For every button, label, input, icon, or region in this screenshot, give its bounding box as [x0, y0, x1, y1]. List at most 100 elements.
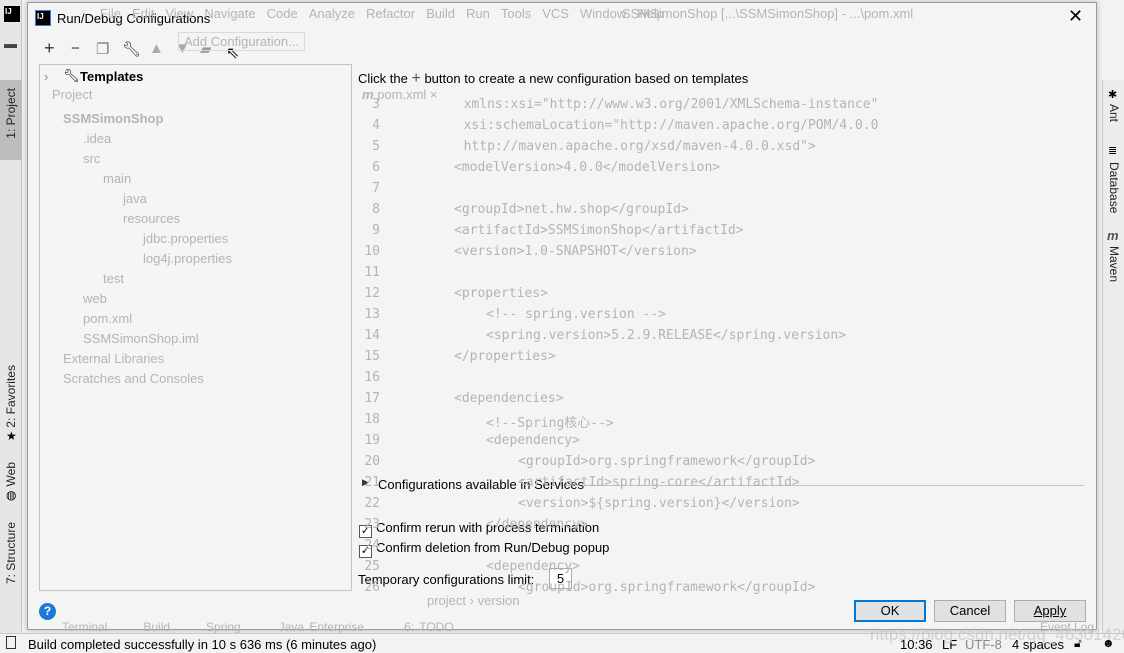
checkbox-label: Confirm deletion from Run/Debug popup [376, 540, 610, 555]
line-number: 21 [364, 475, 380, 490]
maven-icon: m [1107, 228, 1119, 243]
tool-maven[interactable]: Maven [1107, 246, 1121, 282]
plus-icon: + [411, 70, 421, 87]
menu-navigate[interactable]: Navigate [204, 6, 255, 21]
tree-item[interactable]: main [103, 171, 131, 186]
ok-button[interactable]: OK [854, 600, 926, 622]
menu-view[interactable]: View [165, 6, 193, 21]
tool-database[interactable]: Database [1107, 162, 1121, 213]
star-icon: ★ [6, 429, 17, 443]
tree-item[interactable]: src [83, 151, 100, 166]
copy-icon[interactable]: ❐ [96, 40, 109, 58]
tree-item[interactable]: .idea [83, 131, 111, 146]
tree-item[interactable]: test [103, 271, 124, 286]
tree-item[interactable]: pom.xml [83, 311, 132, 326]
line-number: 12 [364, 286, 380, 301]
tree-item-templates[interactable]: Templates [80, 69, 143, 84]
project-root[interactable]: SSMSimonShop [63, 111, 163, 126]
tool-ant[interactable]: Ant [1107, 104, 1121, 122]
code-line: <spring.version>5.2.9.RELEASE</spring.ve… [486, 328, 847, 343]
status-message[interactable]: Build completed successfully in 10 s 636… [28, 637, 376, 652]
hint-before: Click the [358, 71, 408, 86]
code-line: </properties> [454, 349, 556, 364]
menu-window[interactable]: Window [580, 6, 626, 21]
tool-structure[interactable]: 7: Structure [4, 522, 18, 584]
menu-run[interactable]: Run [466, 6, 490, 21]
line-number: 16 [364, 370, 380, 385]
tab-todo[interactable]: 6: TODO [404, 620, 454, 634]
wrench-icon: 🔧︎ [63, 68, 80, 83]
code-line: <groupId>org.springframework</groupId> [518, 580, 816, 595]
close-icon[interactable]: ✕ [1068, 6, 1083, 27]
wrench-icon[interactable]: 🔧︎ [122, 40, 141, 58]
code-line: <!--Spring核心--> [486, 416, 614, 431]
line-number: 26 [364, 580, 380, 595]
code-line: http://maven.apache.org/xsd/maven-4.0.0.… [463, 139, 816, 154]
tree-item[interactable]: SSMSimonShop.iml [83, 331, 199, 346]
tree-item[interactable]: resources [123, 211, 180, 226]
line-number: 6 [372, 160, 380, 175]
help-icon[interactable]: ? [39, 603, 56, 620]
ant-icon: ✱ [1108, 89, 1118, 101]
add-configuration-combo[interactable]: Add Configuration... [178, 32, 305, 51]
line-number: 20 [364, 454, 380, 469]
code-line: <groupId>org.springframework</groupId> [518, 454, 816, 469]
right-tool-strip: ✱ Ant ≣ Database m Maven [1102, 80, 1124, 633]
remove-icon[interactable]: − [71, 40, 80, 57]
tab-spring[interactable]: Spring [206, 620, 241, 634]
tree-item[interactable]: web [83, 291, 107, 306]
tool-favorites[interactable]: 2: Favorites [4, 365, 18, 428]
toggle-tool-windows-icon[interactable] [6, 636, 16, 649]
apply-button[interactable]: Apply [1014, 600, 1086, 622]
project-header: Project [52, 87, 93, 102]
line-number: 23 [364, 517, 380, 532]
line-number: 24 [364, 538, 380, 553]
intellij-logo-icon: IJ [35, 10, 51, 26]
line-number: 3 [372, 97, 380, 112]
menu-vcs[interactable]: VCS [542, 6, 569, 21]
tree-item[interactable]: log4j.properties [143, 251, 232, 266]
tool-project[interactable]: 1: Project [0, 80, 22, 160]
confirm-deletion-checkbox[interactable]: ✓ Confirm deletion from Run/Debug popup [359, 540, 609, 558]
tab-build[interactable]: Build [143, 620, 170, 634]
menu-file[interactable]: File [100, 6, 121, 21]
hint-text: Click the + button to create a new confi… [358, 70, 748, 88]
breadcrumb: project › version [427, 593, 520, 608]
line-number: 15 [364, 349, 380, 364]
add-icon[interactable]: + [44, 38, 55, 59]
menu-edit[interactable]: Edit [132, 6, 154, 21]
menu-bar: File Edit View Navigate Code Analyze Refactor B… [100, 6, 675, 21]
code-line: <properties> [454, 286, 548, 301]
tab-label: pom.xml [377, 87, 427, 102]
code-line: xsi:schemaLocation="http://maven.apache.… [463, 118, 879, 133]
tree-item[interactable]: Scratches and Consoles [63, 371, 204, 386]
menu-refactor[interactable]: Refactor [366, 6, 415, 21]
menu-build[interactable]: Build [426, 6, 455, 21]
folder-open-icon[interactable]: ▬ [4, 36, 17, 51]
breadcrumb-item[interactable]: project [427, 593, 466, 608]
menu-code[interactable]: Code [267, 6, 298, 21]
code-line: <dependency> [486, 559, 580, 574]
line-number: 13 [364, 307, 380, 322]
line-number: 4 [372, 118, 380, 133]
move-up-icon[interactable]: ▲ [149, 40, 164, 57]
menu-analyze[interactable]: Analyze [309, 6, 355, 21]
line-number: 10 [364, 244, 380, 259]
tree-item[interactable]: External Libraries [63, 351, 164, 366]
code-line: <modelVersion>4.0.0</modelVersion> [454, 160, 721, 175]
line-number: 14 [364, 328, 380, 343]
code-line: <!-- spring.version --> [486, 307, 667, 322]
menu-tools[interactable]: Tools [501, 6, 531, 21]
line-number: 11 [364, 265, 380, 280]
cancel-button[interactable]: Cancel [934, 600, 1006, 622]
chevron-right-icon[interactable]: › [44, 69, 48, 84]
tab-java-enterprise[interactable]: Java Enterprise [279, 620, 364, 634]
tab-terminal[interactable]: Terminal [62, 620, 107, 634]
code-line: <artifactId>spring-core</artifactId> [518, 475, 800, 490]
breadcrumb-item[interactable]: version [478, 593, 520, 608]
tree-item[interactable]: jdbc.properties [143, 231, 228, 246]
tool-web[interactable]: Web [4, 462, 18, 486]
code-line: <dependency> [486, 433, 580, 448]
line-number: 18 [364, 412, 380, 427]
tree-item[interactable]: java [123, 191, 147, 206]
